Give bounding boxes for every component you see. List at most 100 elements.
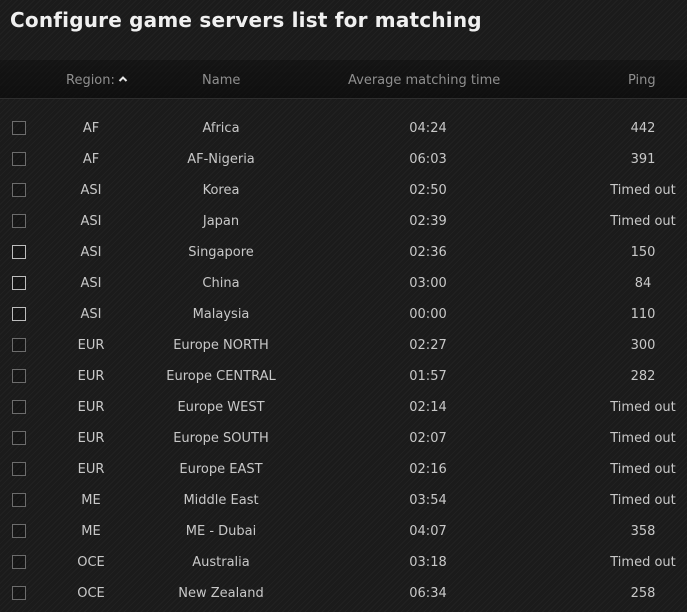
table-row[interactable]: ASI Japan 02:39 Timed out <box>0 206 687 237</box>
server-checkbox[interactable] <box>12 307 26 321</box>
server-checkbox[interactable] <box>12 586 26 600</box>
avg-time-cell: 06:34 <box>409 586 447 601</box>
avg-time-cell: 02:39 <box>409 214 447 229</box>
region-cell: EUR <box>77 400 105 415</box>
name-cell: Malaysia <box>192 307 250 322</box>
table-row[interactable]: EUR Europe CENTRAL 01:57 282 <box>0 361 687 392</box>
ping-cell: 358 <box>630 524 656 539</box>
avg-time-cell: 00:00 <box>409 307 447 322</box>
avg-time-cell: 04:07 <box>409 524 447 539</box>
region-cell: ASI <box>80 276 102 291</box>
table-row[interactable]: ME ME - Dubai 04:07 358 <box>0 516 687 547</box>
server-checkbox[interactable] <box>12 555 26 569</box>
avg-time-cell: 03:18 <box>409 555 447 570</box>
region-cell: ASI <box>80 307 102 322</box>
server-checkbox[interactable] <box>12 245 26 259</box>
server-checkbox[interactable] <box>12 462 26 476</box>
ping-cell: 84 <box>634 276 652 291</box>
table-row[interactable]: EUR Europe WEST 02:14 Timed out <box>0 392 687 423</box>
server-list: AF Africa 04:24 442 AF AF-Nigeria 06:03 … <box>0 113 687 609</box>
name-cell: ME - Dubai <box>185 524 257 539</box>
region-cell: ASI <box>80 183 102 198</box>
page-title: Configure game servers list for matching <box>10 8 482 32</box>
table-row[interactable]: ASI Malaysia 00:00 110 <box>0 299 687 330</box>
region-cell: AF <box>82 152 100 167</box>
column-header-region-label: Region: <box>66 73 115 88</box>
table-row[interactable]: EUR Europe NORTH 02:27 300 <box>0 330 687 361</box>
region-cell: EUR <box>77 462 105 477</box>
table-row[interactable]: EUR Europe SOUTH 02:07 Timed out <box>0 423 687 454</box>
server-checkbox[interactable] <box>12 183 26 197</box>
server-checkbox[interactable] <box>12 152 26 166</box>
region-cell: ASI <box>80 245 102 260</box>
region-cell: OCE <box>77 586 105 601</box>
name-cell: Australia <box>192 555 250 570</box>
name-cell: AF-Nigeria <box>187 152 255 167</box>
server-checkbox[interactable] <box>12 338 26 352</box>
avg-time-cell: 02:50 <box>409 183 447 198</box>
region-cell: ASI <box>80 214 102 229</box>
table-row[interactable]: AF AF-Nigeria 06:03 391 <box>0 144 687 175</box>
avg-time-cell: 03:54 <box>409 493 447 508</box>
name-cell: Middle East <box>183 493 259 508</box>
column-header-average-matching-time[interactable]: Average matching time <box>348 73 500 88</box>
table-row[interactable]: ASI Korea 02:50 Timed out <box>0 175 687 206</box>
ping-cell: Timed out <box>610 431 676 446</box>
table-row[interactable]: OCE Australia 03:18 Timed out <box>0 547 687 578</box>
name-cell: Europe EAST <box>179 462 263 477</box>
server-checkbox[interactable] <box>12 121 26 135</box>
avg-time-cell: 01:57 <box>409 369 447 384</box>
name-cell: Europe CENTRAL <box>166 369 276 384</box>
name-cell: Europe WEST <box>177 400 265 415</box>
table-row[interactable]: ASI Singapore 02:36 150 <box>0 237 687 268</box>
table-row[interactable]: ME Middle East 03:54 Timed out <box>0 485 687 516</box>
region-cell: ME <box>81 524 101 539</box>
sort-ascending-icon <box>118 74 128 84</box>
column-header-region[interactable]: Region: <box>66 73 128 88</box>
ping-cell: 110 <box>630 307 656 322</box>
name-cell: New Zealand <box>178 586 264 601</box>
server-checkbox[interactable] <box>12 369 26 383</box>
ping-cell: Timed out <box>610 214 676 229</box>
avg-time-cell: 02:07 <box>409 431 447 446</box>
ping-cell: 150 <box>630 245 656 260</box>
name-cell: Africa <box>202 121 240 136</box>
avg-time-cell: 02:27 <box>409 338 447 353</box>
ping-cell: 300 <box>630 338 656 353</box>
column-header-name[interactable]: Name <box>202 73 240 88</box>
ping-cell: Timed out <box>610 462 676 477</box>
server-checkbox[interactable] <box>12 276 26 290</box>
name-cell: Singapore <box>188 245 254 260</box>
ping-cell: 258 <box>630 586 656 601</box>
region-cell: EUR <box>77 369 105 384</box>
region-cell: EUR <box>77 431 105 446</box>
ping-cell: Timed out <box>610 493 676 508</box>
ping-cell: 391 <box>630 152 656 167</box>
table-row[interactable]: ASI China 03:00 84 <box>0 268 687 299</box>
name-cell: Japan <box>202 214 240 229</box>
ping-cell: Timed out <box>610 183 676 198</box>
region-cell: AF <box>82 121 100 136</box>
avg-time-cell: 04:24 <box>409 121 447 136</box>
column-header-ping[interactable]: Ping <box>628 73 656 88</box>
server-checkbox[interactable] <box>12 524 26 538</box>
ping-cell: Timed out <box>610 400 676 415</box>
server-checkbox[interactable] <box>12 400 26 414</box>
table-row[interactable]: OCE New Zealand 06:34 258 <box>0 578 687 609</box>
region-cell: OCE <box>77 555 105 570</box>
server-checkbox[interactable] <box>12 214 26 228</box>
avg-time-cell: 06:03 <box>409 152 447 167</box>
server-checkbox[interactable] <box>12 431 26 445</box>
ping-cell: 442 <box>630 121 656 136</box>
name-cell: Korea <box>202 183 240 198</box>
avg-time-cell: 02:14 <box>409 400 447 415</box>
avg-time-cell: 02:36 <box>409 245 447 260</box>
avg-time-cell: 02:16 <box>409 462 447 477</box>
region-cell: ME <box>81 493 101 508</box>
server-checkbox[interactable] <box>12 493 26 507</box>
avg-time-cell: 03:00 <box>409 276 447 291</box>
ping-cell: Timed out <box>610 555 676 570</box>
name-cell: Europe SOUTH <box>173 431 269 446</box>
table-row[interactable]: EUR Europe EAST 02:16 Timed out <box>0 454 687 485</box>
table-row[interactable]: AF Africa 04:24 442 <box>0 113 687 144</box>
